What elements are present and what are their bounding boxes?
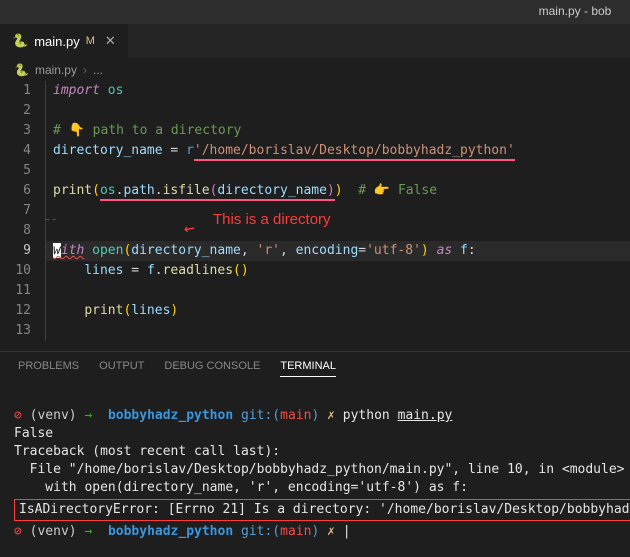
line-number: 12: [0, 301, 31, 321]
tab-debug-console[interactable]: DEBUG CONSOLE: [164, 360, 260, 377]
terminal-output: File "/home/borislav/Desktop/bobbyhadz_p…: [14, 462, 624, 477]
line-number: 7: [0, 201, 31, 221]
code-line: lines = f.readlines(): [45, 261, 630, 281]
venv-label: (venv): [30, 408, 77, 423]
editor-tabs: 🐍 main.py M ✕: [0, 24, 630, 59]
line-gutter: 1 2 3 4 5 6 7 8 9 10 11 12 13: [0, 81, 45, 351]
line-number: 2: [0, 101, 31, 121]
breadcrumb-filename: main.py: [35, 63, 77, 77]
code-line: with open(directory_name, 'r', encoding=…: [45, 241, 630, 261]
git-suffix: ): [311, 524, 319, 539]
code-line: [45, 281, 630, 301]
prompt-arrow-icon: →: [84, 524, 92, 539]
chevron-right-icon: ›: [83, 63, 87, 77]
terminal-output: False: [14, 426, 53, 441]
venv-label: (venv): [30, 524, 77, 539]
terminal-error: IsADirectoryError: [Errno 21] Is a direc…: [19, 502, 630, 517]
command-text: python: [343, 408, 398, 423]
line-number: 4: [0, 141, 31, 161]
code-line: print(os.path.isfile(directory_name)) # …: [45, 181, 630, 201]
error-highlight-box: IsADirectoryError: [Errno 21] Is a direc…: [14, 499, 630, 521]
prompt-status-icon: ⊘: [14, 524, 22, 539]
breadcrumb[interactable]: 🐍 main.py › ...: [0, 59, 630, 81]
code-line: [45, 321, 630, 341]
prompt-project: bobbyhadz_python: [108, 408, 233, 423]
line-number: 10: [0, 261, 31, 281]
close-icon[interactable]: ✕: [105, 33, 116, 49]
tab-terminal[interactable]: TERMINAL: [280, 360, 336, 377]
prompt-project: bobbyhadz_python: [108, 524, 233, 539]
git-suffix: ): [311, 408, 319, 423]
terminal-cursor: |: [343, 524, 351, 539]
line-number: 3: [0, 121, 31, 141]
code-editor[interactable]: 1 2 3 4 5 6 7 8 9 10 11 12 13 import os …: [0, 81, 630, 351]
tab-main-py[interactable]: 🐍 main.py M ✕: [0, 24, 128, 58]
line-number: 11: [0, 281, 31, 301]
code-line: directory_name = r'/home/borislav/Deskto…: [45, 141, 630, 161]
python-file-icon: 🐍: [12, 33, 28, 49]
command-file: main.py: [398, 408, 453, 423]
git-prefix: git:(: [241, 408, 280, 423]
code-area[interactable]: import os # 👇 path to a directory direct…: [45, 81, 630, 351]
line-number: 5: [0, 161, 31, 181]
tab-problems[interactable]: PROBLEMS: [18, 360, 79, 377]
panel-tabs: PROBLEMS OUTPUT DEBUG CONSOLE TERMINAL: [0, 351, 630, 383]
tab-filename: main.py: [34, 34, 80, 49]
code-line: [45, 221, 630, 241]
code-line: import os: [45, 81, 630, 101]
window-title-bar: main.py - bob: [0, 0, 630, 24]
tab-modified-indicator: M: [86, 35, 95, 47]
line-number: 9: [0, 241, 31, 261]
git-dirty-icon: ✗: [327, 408, 335, 423]
line-number: 1: [0, 81, 31, 101]
code-line: # 👇 path to a directory: [45, 121, 630, 141]
prompt-status-icon: ⊘: [14, 408, 22, 423]
window-title: main.py - bob: [539, 4, 612, 18]
breadcrumb-rest: ...: [93, 63, 103, 77]
line-number: 6: [0, 181, 31, 201]
line-number: 8: [0, 221, 31, 241]
terminal[interactable]: ⊘ (venv) → bobbyhadz_python git:(main) ✗…: [0, 383, 630, 547]
git-branch: main: [280, 524, 311, 539]
code-line: [45, 161, 630, 181]
line-number: 13: [0, 321, 31, 341]
git-branch: main: [280, 408, 311, 423]
code-line: [45, 101, 630, 121]
code-line: ˜˜: [45, 201, 630, 221]
terminal-output: Traceback (most recent call last):: [14, 444, 280, 459]
git-dirty-icon: ✗: [327, 524, 335, 539]
git-prefix: git:(: [241, 524, 280, 539]
prompt-arrow-icon: →: [84, 408, 92, 423]
python-file-icon: 🐍: [14, 63, 29, 77]
tab-output[interactable]: OUTPUT: [99, 360, 144, 377]
terminal-output: with open(directory_name, 'r', encoding=…: [14, 480, 468, 495]
code-line: print(lines): [45, 301, 630, 321]
